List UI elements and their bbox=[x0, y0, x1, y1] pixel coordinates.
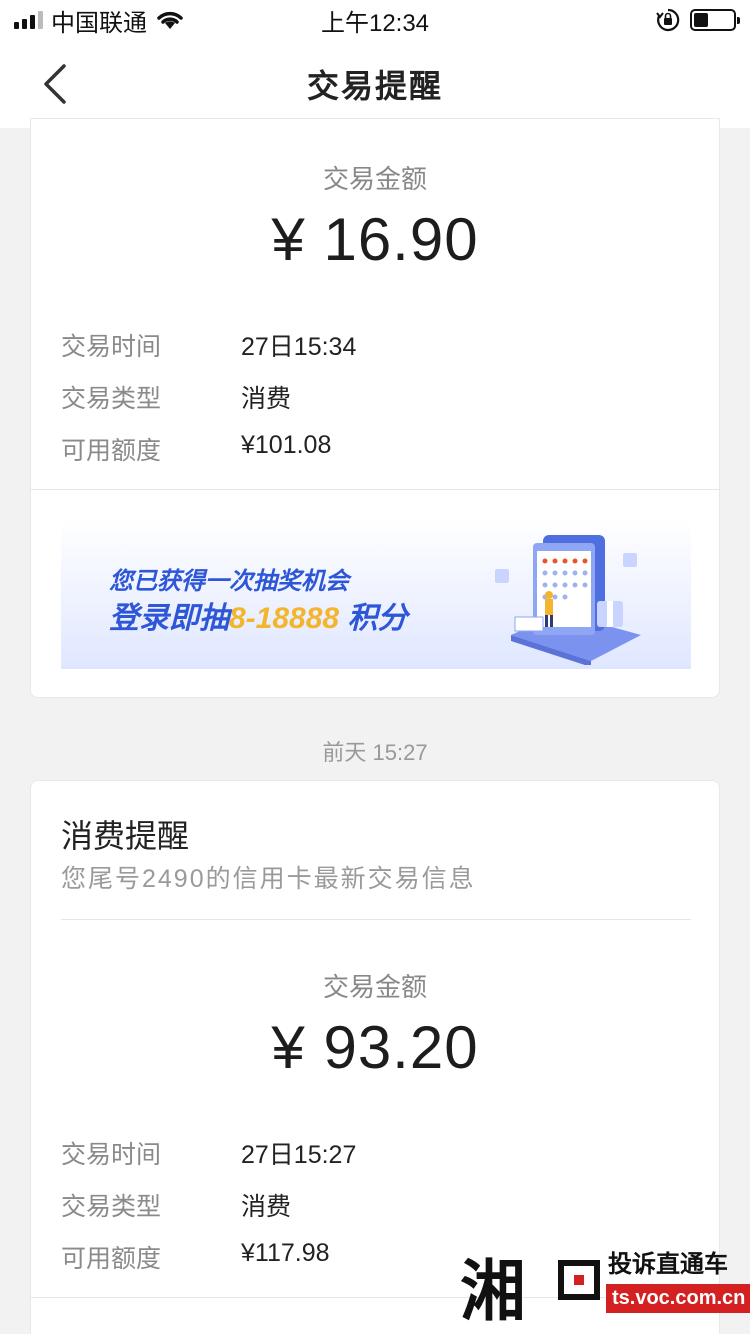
banner-line-2-prefix: 登录即抽 bbox=[109, 602, 229, 635]
amount-value: ¥ 93.20 bbox=[271, 1014, 479, 1081]
detail-value: ¥117.98 bbox=[241, 1239, 330, 1267]
chevron-left-icon bbox=[44, 64, 66, 104]
orientation-lock-icon bbox=[656, 8, 680, 32]
detail-value: 消费 bbox=[241, 385, 292, 413]
banner-line-2: 登录即抽8-18888 积分 bbox=[109, 593, 407, 637]
detail-value: 消费 bbox=[241, 1193, 292, 1221]
detail-label: 可用额度 bbox=[61, 437, 162, 465]
detail-label: 交易类型 bbox=[61, 1193, 162, 1221]
detail-row-time: 交易时间 27日15:27 bbox=[61, 1135, 356, 1171]
message-timestamp: 前天 15:27 bbox=[322, 740, 428, 765]
card-subtitle: 您尾号2490的信用卡最新交易信息 bbox=[61, 865, 476, 893]
amount-label: 交易金额 bbox=[322, 972, 427, 1002]
banner-points-range: 8-18888 bbox=[229, 602, 340, 635]
amount-label: 交易金额 bbox=[322, 164, 427, 194]
watermark-logo: 湘 投诉直通车 ts.voc.com.cn bbox=[460, 1238, 750, 1330]
navigation-bar: 交易提醒 bbox=[0, 40, 750, 128]
watermark-big-char: 湘 bbox=[460, 1252, 526, 1330]
detail-value: 27日15:27 bbox=[241, 1141, 357, 1169]
status-left: 中国联通 bbox=[14, 3, 185, 38]
status-bar: 中国联通 上午12:34 bbox=[0, 0, 750, 40]
banner-line-2-suffix: 积分 bbox=[347, 602, 408, 635]
detail-label: 交易时间 bbox=[61, 333, 162, 361]
status-right bbox=[656, 8, 740, 32]
banner-line-1: 您已获得一次抽奖机会 bbox=[109, 568, 349, 595]
signal-strength-icon bbox=[14, 11, 43, 29]
detail-row-credit: 可用额度 ¥117.98 bbox=[61, 1239, 330, 1275]
carrier-name: 中国联通 bbox=[51, 9, 147, 37]
detail-label: 可用额度 bbox=[61, 1245, 162, 1273]
watermark-box-icon bbox=[558, 1260, 600, 1300]
calendar-illustration-icon bbox=[495, 535, 641, 665]
watermark-title: 投诉直通车 bbox=[608, 1251, 728, 1278]
transaction-card-1[interactable]: 交易金额 ¥ 16.90 交易时间 27日15:34 交易类型 消费 可用额度 … bbox=[30, 118, 720, 698]
back-button[interactable] bbox=[36, 62, 80, 106]
watermark-url: ts.voc.com.cn bbox=[606, 1284, 750, 1313]
battery-icon bbox=[690, 9, 740, 31]
detail-row-time: 交易时间 27日15:34 bbox=[61, 327, 356, 363]
amount-value: ¥ 16.90 bbox=[271, 206, 479, 273]
detail-row-type: 交易类型 消费 bbox=[61, 1187, 291, 1223]
detail-label: 交易类型 bbox=[61, 385, 162, 413]
page-title: 交易提醒 bbox=[306, 68, 443, 104]
divider bbox=[61, 919, 691, 920]
divider bbox=[31, 489, 719, 490]
detail-label: 交易时间 bbox=[61, 1141, 162, 1169]
lottery-promo-banner[interactable]: 您已获得一次抽奖机会 登录即抽8-18888 积分 bbox=[61, 519, 691, 669]
detail-value: ¥101.08 bbox=[241, 431, 332, 459]
detail-row-credit: 可用额度 ¥101.08 bbox=[61, 431, 331, 467]
wifi-icon bbox=[157, 11, 183, 29]
card-title: 消费提醒 bbox=[61, 818, 190, 854]
detail-row-type: 交易类型 消费 bbox=[61, 379, 291, 415]
detail-value: 27日15:34 bbox=[241, 333, 357, 361]
